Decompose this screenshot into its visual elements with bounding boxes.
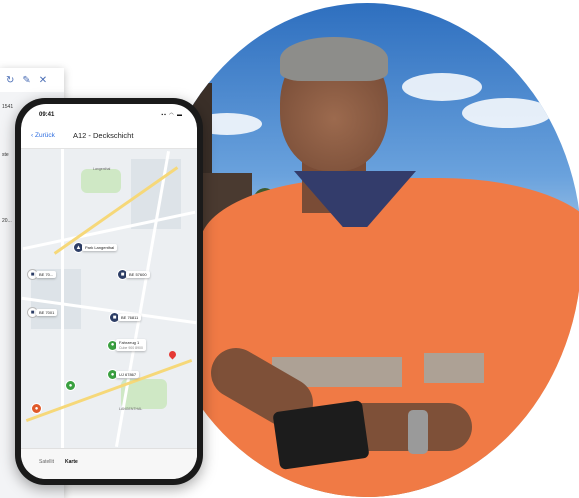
map-marker[interactable]: ● <box>65 380 76 391</box>
map-marker[interactable]: ● Fahrzeug 1 Cube 900 8900 <box>107 339 146 351</box>
tab-satellite[interactable]: Satellit <box>39 459 54 465</box>
place-label: Langenthal <box>93 167 111 171</box>
map-marker[interactable]: ▲ Park Langenthal <box>73 242 118 253</box>
tab-map[interactable]: Karte <box>65 459 78 465</box>
map-marker[interactable]: ■ BE 76811 <box>109 312 142 323</box>
map-marker[interactable]: ● UJ 67867 <box>107 369 140 380</box>
panel-text: 20... <box>2 218 12 224</box>
status-time: 09:41 <box>39 112 55 118</box>
road <box>61 149 64 449</box>
smartphone: 09:41 ▪▪ ◠ ▬ ‹ Zurück A12 - Deckschicht … <box>15 98 203 485</box>
marker-label: UJ 67867 <box>116 371 140 378</box>
roller-icon: ● <box>65 380 76 391</box>
map-marker[interactable]: ■ BE 7001 <box>27 307 58 318</box>
signal-wifi-battery-icon: ▪▪ ◠ ▬ <box>161 112 183 118</box>
reflective-stripe <box>424 353 484 383</box>
location-pin-icon[interactable] <box>167 349 178 360</box>
paver-icon: ● <box>31 403 42 414</box>
map-marker[interactable]: ■ BE 57600 <box>117 269 150 280</box>
map-marker[interactable]: ● <box>31 403 42 414</box>
close-icon[interactable]: ✕ <box>39 75 47 86</box>
cloud <box>462 98 552 128</box>
nav-bar: ‹ Zurück A12 - Deckschicht <box>21 126 197 149</box>
marker-label: Park Langenthal <box>82 244 118 251</box>
pin-icon[interactable]: ✎ <box>22 75 30 86</box>
refresh-icon[interactable]: ↻ <box>6 75 14 86</box>
wristwatch <box>408 410 428 454</box>
map-type-tabs: Satellit Karte <box>21 448 197 479</box>
hair <box>280 37 388 81</box>
status-bar: 09:41 ▪▪ ◠ ▬ <box>21 104 197 124</box>
place-label: LANGENTHAL <box>119 407 143 411</box>
back-button[interactable]: ‹ Zurück <box>31 132 55 139</box>
panel-text: ste <box>2 152 9 158</box>
marker-label: BE 70... <box>36 271 57 278</box>
map-marker[interactable]: ■ BE 70... <box>27 269 57 280</box>
marker-label: BE 76811 <box>118 314 142 321</box>
phone-screen: 09:41 ▪▪ ◠ ▬ ‹ Zurück A12 - Deckschicht … <box>21 104 197 479</box>
back-label: Zurück <box>34 132 55 139</box>
tablet-device <box>272 400 370 470</box>
marker-label: BE 7001 <box>36 309 58 316</box>
map-view[interactable]: Langenthal LANGENTHAL ▲ Park Langenthal … <box>21 149 197 449</box>
desktop-toolbar: ↻ ✎ ✕ <box>0 68 64 92</box>
park-area <box>81 169 121 193</box>
marker-label: Fahrzeug 1 Cube 900 8900 <box>116 339 146 351</box>
marker-label: BE 57600 <box>126 271 150 278</box>
page-title: A12 - Deckschicht <box>73 131 134 140</box>
panel-text: 1541 <box>2 104 14 110</box>
worker-photo <box>152 3 579 497</box>
cloud <box>402 73 482 101</box>
